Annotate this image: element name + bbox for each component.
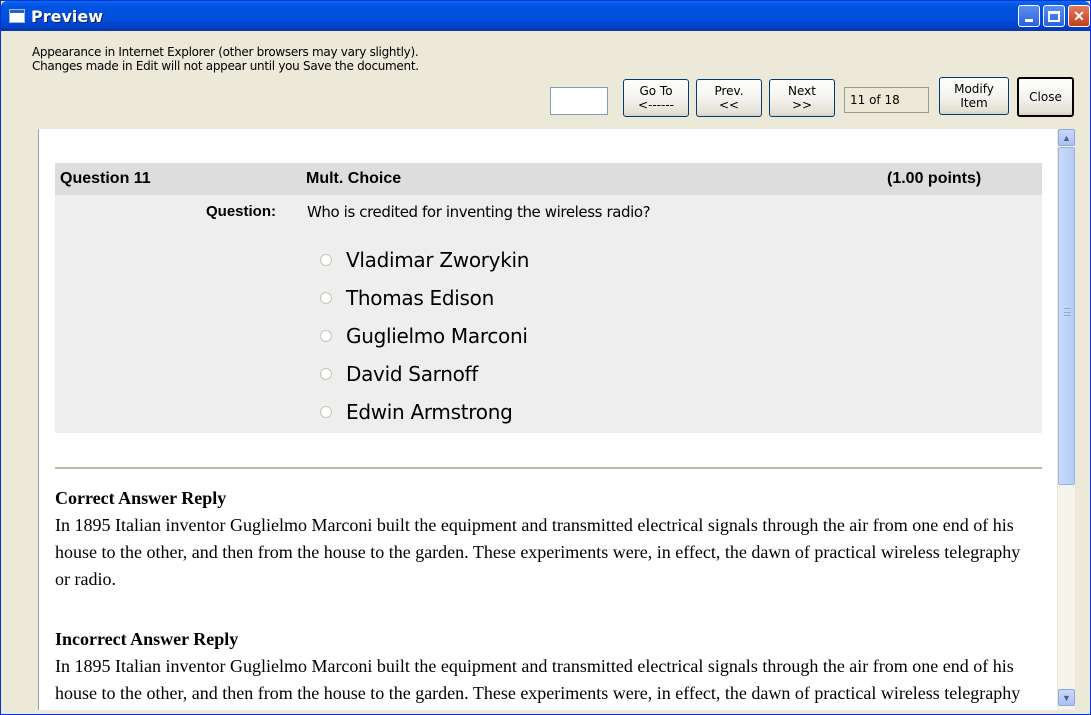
answer-option[interactable]: Guglielmo Marconi <box>320 317 529 355</box>
close-button[interactable]: Close <box>1017 77 1074 117</box>
modify-button-label-2: Item <box>960 96 988 110</box>
modify-item-button[interactable]: Modify Item <box>939 77 1009 115</box>
modify-button-label-1: Modify <box>954 82 994 96</box>
radio-button[interactable] <box>320 330 332 342</box>
chevron-up-icon: ▲ <box>1062 132 1071 143</box>
question-type: Mult. Choice <box>306 170 402 187</box>
question-prompt-label: Question: <box>206 203 276 220</box>
minimize-icon <box>1025 18 1033 22</box>
preview-window: Preview ✕ Appearance in Internet Explore… <box>0 0 1091 715</box>
answer-option[interactable]: Thomas Edison <box>320 279 529 317</box>
scroll-up-button[interactable]: ▲ <box>1058 129 1075 146</box>
vertical-scrollbar[interactable]: ▲ ▼ <box>1058 129 1075 710</box>
title-bar[interactable]: Preview ✕ <box>1 1 1090 31</box>
goto-button-label: Go To <box>639 84 673 98</box>
question-card: Question 11 Mult. Choice (1.00 points) Q… <box>55 163 1042 433</box>
maximize-button[interactable] <box>1043 5 1065 27</box>
close-icon: ✕ <box>1073 7 1085 24</box>
next-button-label: Next <box>788 84 816 98</box>
correct-reply-title: Correct Answer Reply <box>55 488 227 508</box>
correct-reply-text: In 1895 Italian inventor Guglielmo Marco… <box>55 515 1021 589</box>
window-icon <box>9 9 25 23</box>
scroll-down-button[interactable]: ▼ <box>1058 689 1075 706</box>
radio-button[interactable] <box>320 406 332 418</box>
info-line-1: Appearance in Internet Explorer (other b… <box>32 45 419 59</box>
goto-number-input[interactable] <box>550 87 608 115</box>
radio-button[interactable] <box>320 368 332 380</box>
next-button-arrow: >> <box>791 98 813 112</box>
minimize-button[interactable] <box>1018 5 1040 27</box>
close-button-label: Close <box>1029 90 1062 104</box>
answer-option[interactable]: Edwin Armstrong <box>320 393 529 431</box>
goto-button[interactable]: Go To <------ <box>623 79 689 117</box>
window-title: Preview <box>31 7 104 26</box>
goto-button-arrow: <------ <box>637 98 675 112</box>
prev-button-label: Prev. <box>714 84 744 98</box>
prev-button[interactable]: Prev. << <box>696 79 762 117</box>
radio-button[interactable] <box>320 254 332 266</box>
incorrect-answer-reply: Incorrect Answer Reply In 1895 Italian i… <box>55 626 1035 710</box>
chevron-down-icon: ▼ <box>1062 692 1071 703</box>
answer-option-label: Edwin Armstrong <box>346 400 513 424</box>
item-counter: 11 of 18 <box>844 87 929 113</box>
scrollbar-grip <box>1064 308 1071 316</box>
answer-option-label: Vladimar Zworykin <box>346 248 530 272</box>
maximize-icon <box>1048 10 1060 22</box>
question-prompt: Who is credited for inventing the wirele… <box>307 203 651 221</box>
window-close-button[interactable]: ✕ <box>1068 5 1090 27</box>
scrollbar-thumb[interactable] <box>1058 147 1075 485</box>
incorrect-reply-title: Incorrect Answer Reply <box>55 629 239 649</box>
question-number: Question 11 <box>60 170 151 187</box>
question-header: Question 11 Mult. Choice (1.00 points) <box>55 163 1042 195</box>
correct-answer-reply: Correct Answer Reply In 1895 Italian inv… <box>55 485 1035 593</box>
next-button[interactable]: Next >> <box>769 79 835 117</box>
info-line-2: Changes made in Edit will not appear unt… <box>32 59 419 73</box>
answer-option-label: David Sarnoff <box>346 362 479 386</box>
preview-content-area: Question 11 Mult. Choice (1.00 points) Q… <box>38 129 1057 710</box>
answer-option-label: Thomas Edison <box>346 286 494 310</box>
answer-option[interactable]: David Sarnoff <box>320 355 529 393</box>
answer-options: Vladimar Zworykin Thomas Edison Guglielm… <box>320 241 529 431</box>
prev-button-arrow: << <box>718 98 740 112</box>
incorrect-reply-text: In 1895 Italian inventor Guglielmo Marco… <box>55 656 1021 703</box>
radio-button[interactable] <box>320 292 332 304</box>
question-points: (1.00 points) <box>887 170 982 187</box>
preview-info-text: Appearance in Internet Explorer (other b… <box>32 45 419 73</box>
section-divider <box>55 467 1042 469</box>
answer-option-label: Guglielmo Marconi <box>346 324 528 348</box>
answer-option[interactable]: Vladimar Zworykin <box>320 241 529 279</box>
